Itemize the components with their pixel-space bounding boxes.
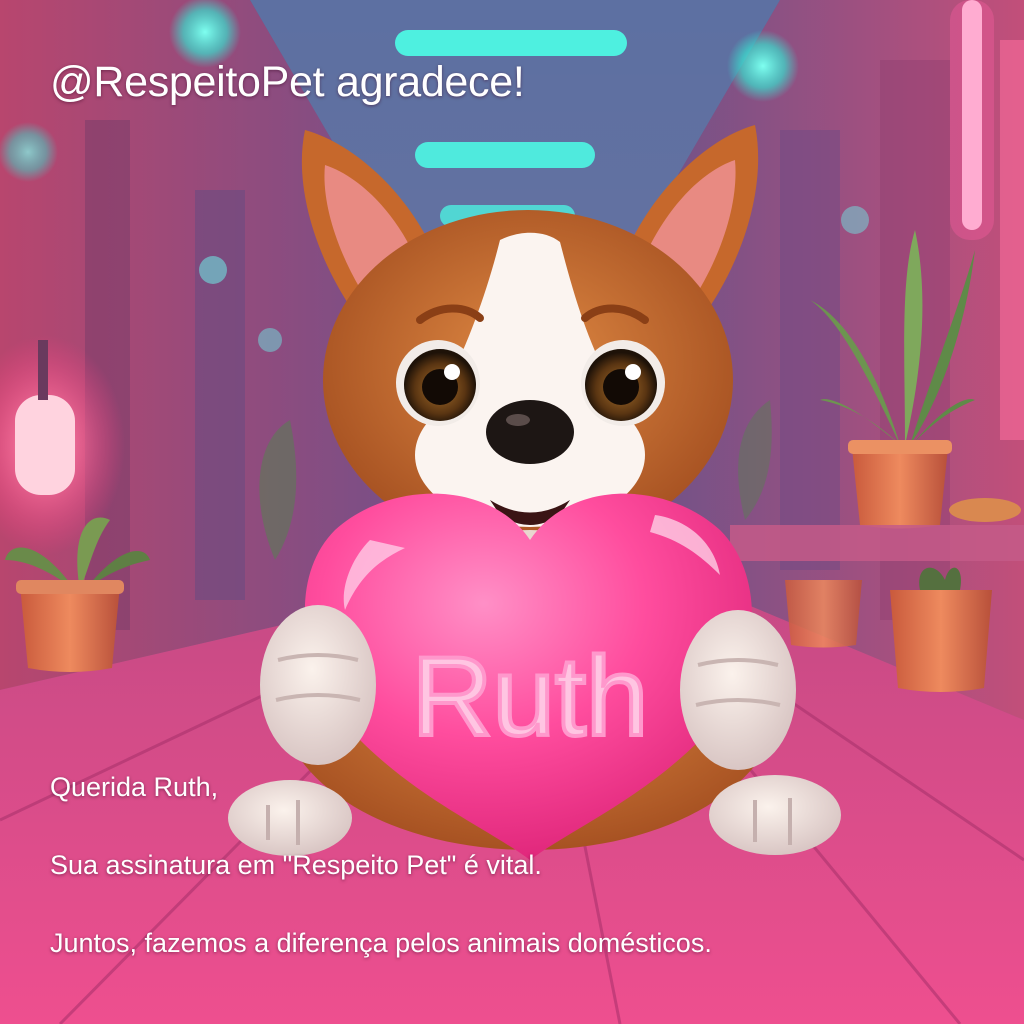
heart-name-text: Ruth [412,634,649,759]
card-title: @RespeitoPet agradece! [50,58,525,106]
greeting-card: Ruth @RespeitoPet agradece! Querida Ruth… [0,0,1024,1024]
greeting-text: Querida Ruth, [50,772,219,802]
message-line-1: Sua assinatura em "Respeito Pet" é vital… [50,850,542,880]
message-line-2: Juntos, fazemos a diferença pelos animai… [50,928,712,958]
